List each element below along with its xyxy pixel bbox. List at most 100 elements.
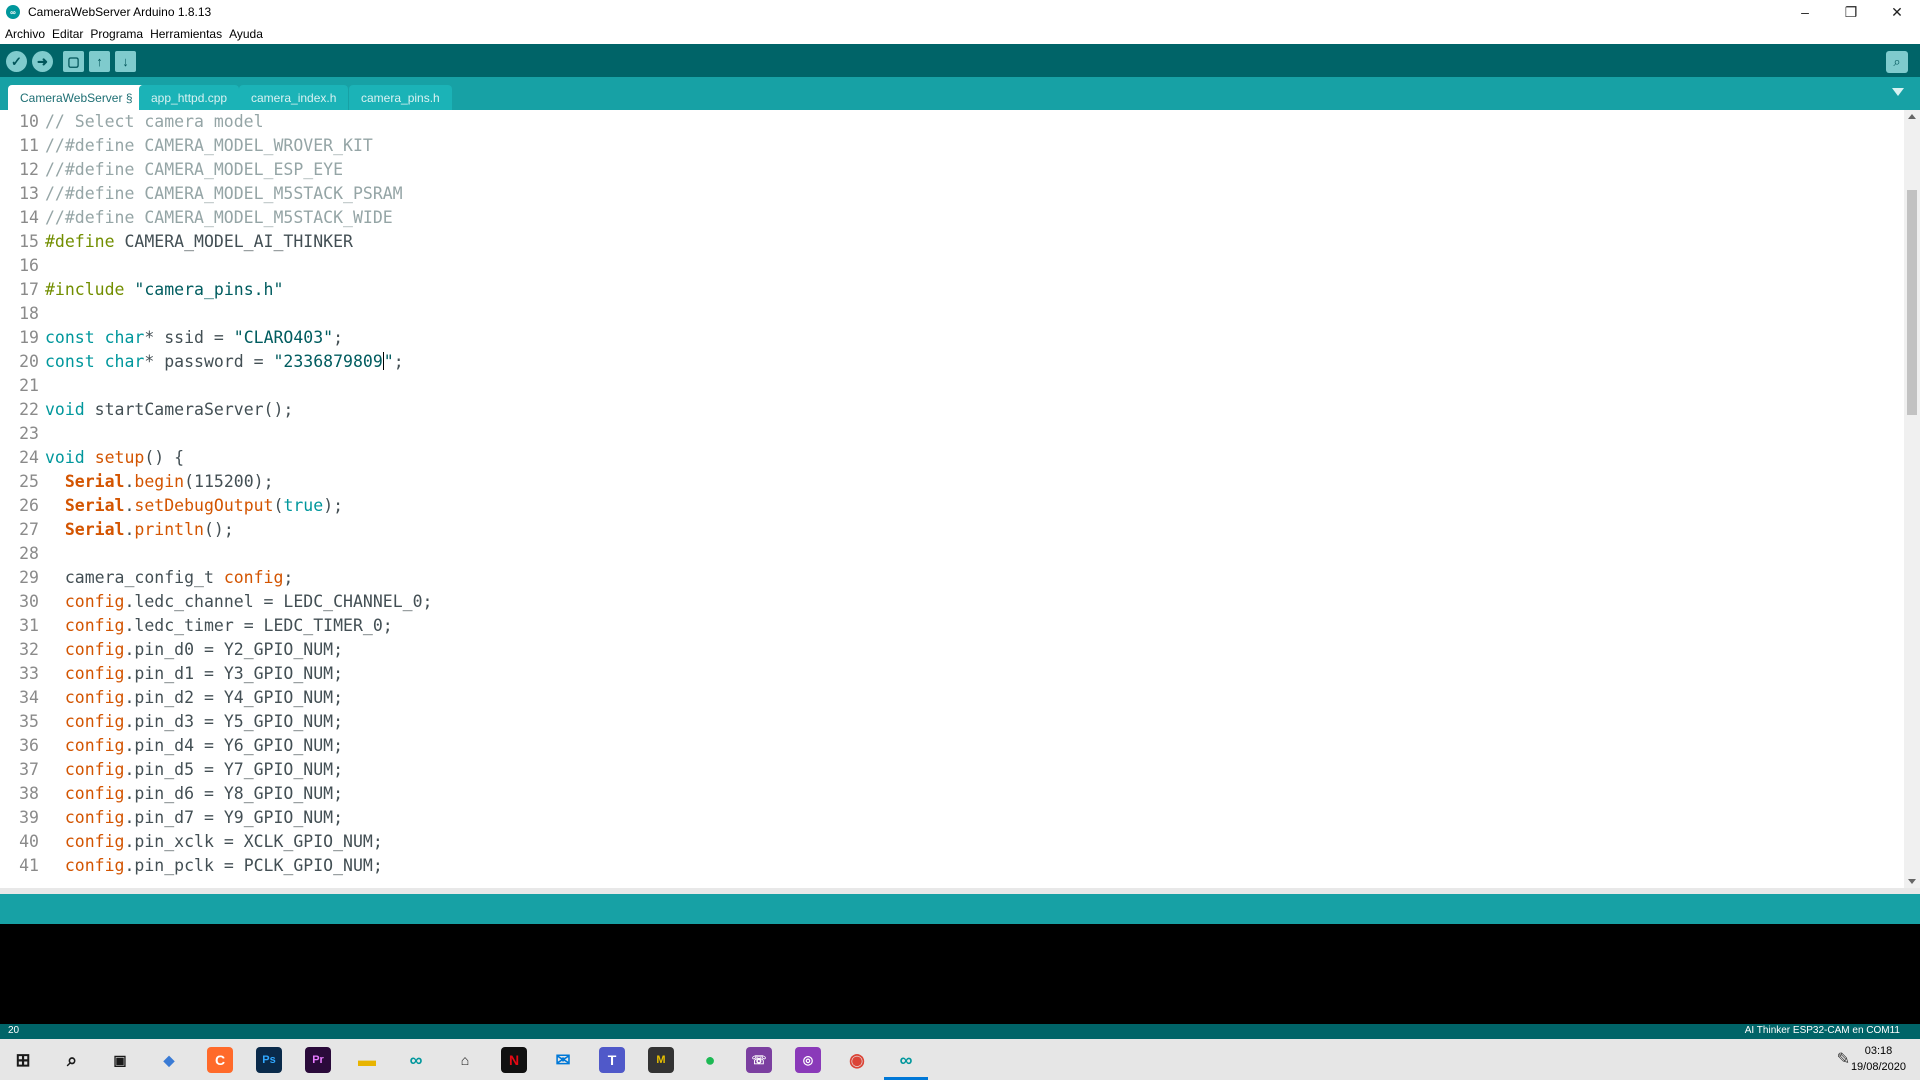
minimize-button[interactable]: – (1782, 0, 1828, 24)
code-line[interactable]: 35 config.pin_d3 = Y5_GPIO_NUM; (0, 710, 1900, 734)
code-line[interactable]: 19 const char* ssid = "CLARO403"; (0, 326, 1900, 350)
code-text[interactable]: config.pin_d6 = Y8_GPIO_NUM; (45, 782, 343, 806)
code-line[interactable]: 24 void setup() { (0, 446, 1900, 470)
tab-app-httpd[interactable]: app_httpd.cpp (139, 85, 240, 110)
verify-button[interactable]: ✓ (6, 51, 27, 72)
teams-icon[interactable]: T (599, 1047, 625, 1073)
code-line[interactable]: 16 (0, 254, 1900, 278)
code-text[interactable]: //#define CAMERA_MODEL_WROVER_KIT (45, 134, 373, 158)
code-line[interactable]: 37 config.pin_d5 = Y7_GPIO_NUM; (0, 758, 1900, 782)
chrome-icon[interactable]: ◉ (844, 1047, 870, 1073)
code-text[interactable]: //#define CAMERA_MODEL_ESP_EYE (45, 158, 343, 182)
code-editor[interactable]: 10 // Select camera model 11 //#define CAME… (0, 110, 1920, 888)
tab-camera-pins[interactable]: camera_pins.h (349, 85, 452, 110)
code-line[interactable]: 34 config.pin_d2 = Y4_GPIO_NUM; (0, 686, 1900, 710)
code-line[interactable]: 40 config.pin_xclk = XCLK_GPIO_NUM; (0, 830, 1900, 854)
instagram-icon[interactable]: ◎ (795, 1047, 821, 1073)
code-line[interactable]: 26 Serial.setDebugOutput(true); (0, 494, 1900, 518)
code-line[interactable]: 31 config.ledc_timer = LEDC_TIMER_0; (0, 614, 1900, 638)
code-text[interactable]: const char* ssid = "CLARO403"; (45, 326, 343, 350)
code-line[interactable]: 25 Serial.begin(115200); (0, 470, 1900, 494)
menu-herramientas[interactable]: Herramientas (150, 27, 222, 41)
arduino-icon[interactable]: ∞ (403, 1047, 429, 1073)
code-line[interactable]: 27 Serial.println(); (0, 518, 1900, 542)
code-line[interactable]: 20 const char* password = "2336879809"; (0, 350, 1900, 374)
code-line[interactable]: 17 #include "camera_pins.h" (0, 278, 1900, 302)
arduino-icon[interactable]: ∞ (893, 1047, 919, 1073)
code-text[interactable]: #define CAMERA_MODEL_AI_THINKER (45, 230, 353, 254)
save-button[interactable]: ↓ (115, 51, 136, 72)
tab-camerawebserver[interactable]: CameraWebServer § (8, 85, 145, 110)
windows-start-icon[interactable]: ⊞ (10, 1047, 36, 1073)
spotify-icon[interactable]: ● (697, 1047, 723, 1073)
serial-monitor-button[interactable]: ⌕ (1886, 51, 1908, 73)
code-line[interactable]: 28 (0, 542, 1900, 566)
code-line[interactable]: 18 (0, 302, 1900, 326)
code-text[interactable]: config.pin_xclk = XCLK_GPIO_NUM; (45, 830, 383, 854)
menu-archivo[interactable]: Archivo (5, 27, 45, 41)
scroll-up-icon[interactable] (1908, 114, 1916, 119)
code-text[interactable]: config.pin_d2 = Y4_GPIO_NUM; (45, 686, 343, 710)
code-line[interactable]: 13 //#define CAMERA_MODEL_M5STACK_PSRAM (0, 182, 1900, 206)
premiere-icon[interactable]: Pr (305, 1047, 331, 1073)
code-text[interactable]: Serial.setDebugOutput(true); (45, 494, 343, 518)
code-text[interactable]: config.pin_d0 = Y2_GPIO_NUM; (45, 638, 343, 662)
menu-ayuda[interactable]: Ayuda (229, 27, 263, 41)
search-icon[interactable]: ⌕ (59, 1047, 85, 1073)
code-text[interactable]: void setup() { (45, 446, 184, 470)
app-icon[interactable]: M (648, 1047, 674, 1073)
code-line[interactable]: 21 (0, 374, 1900, 398)
code-text[interactable]: Serial.begin(115200); (45, 470, 274, 494)
code-text[interactable]: void startCameraServer(); (45, 398, 293, 422)
code-text[interactable]: config.pin_d4 = Y6_GPIO_NUM; (45, 734, 343, 758)
code-text[interactable]: config.pin_d7 = Y9_GPIO_NUM; (45, 806, 343, 830)
open-button[interactable]: ↑ (89, 51, 110, 72)
app-icon[interactable]: ◆ (156, 1047, 182, 1073)
code-text[interactable]: config.ledc_timer = LEDC_TIMER_0; (45, 614, 393, 638)
code-line[interactable]: 23 (0, 422, 1900, 446)
code-line[interactable]: 15 #define CAMERA_MODEL_AI_THINKER (0, 230, 1900, 254)
photoshop-icon[interactable]: Ps (256, 1047, 282, 1073)
code-text[interactable]: config.pin_d3 = Y5_GPIO_NUM; (45, 710, 343, 734)
code-text[interactable]: config.ledc_channel = LEDC_CHANNEL_0; (45, 590, 433, 614)
code-text[interactable]: config.pin_pclk = PCLK_GPIO_NUM; (45, 854, 383, 878)
code-text[interactable]: Serial.println(); (45, 518, 234, 542)
code-line[interactable]: 30 config.ledc_channel = LEDC_CHANNEL_0; (0, 590, 1900, 614)
pen-icon[interactable]: ✎ (1837, 1049, 1850, 1069)
console-output[interactable] (0, 924, 1920, 1024)
code-text[interactable]: //#define CAMERA_MODEL_M5STACK_WIDE (45, 206, 393, 230)
code-text[interactable]: #include "camera_pins.h" (45, 278, 283, 302)
code-line[interactable]: 22 void startCameraServer(); (0, 398, 1900, 422)
menu-editar[interactable]: Editar (52, 27, 83, 41)
code-text[interactable]: config.pin_d1 = Y3_GPIO_NUM; (45, 662, 343, 686)
app-icon[interactable]: C (207, 1047, 233, 1073)
code-line[interactable]: 38 config.pin_d6 = Y8_GPIO_NUM; (0, 782, 1900, 806)
file-explorer-icon[interactable]: ▬ (354, 1047, 380, 1073)
code-line[interactable]: 14 //#define CAMERA_MODEL_M5STACK_WIDE (0, 206, 1900, 230)
code-line[interactable]: 39 config.pin_d7 = Y9_GPIO_NUM; (0, 806, 1900, 830)
close-button[interactable]: ✕ (1874, 0, 1920, 24)
code-text[interactable]: config.pin_d5 = Y7_GPIO_NUM; (45, 758, 343, 782)
code-line[interactable]: 36 config.pin_d4 = Y6_GPIO_NUM; (0, 734, 1900, 758)
whatsapp-icon[interactable]: ☏ (746, 1047, 772, 1073)
code-line[interactable]: 10 // Select camera model (0, 110, 1900, 134)
code-line[interactable]: 32 config.pin_d0 = Y2_GPIO_NUM; (0, 638, 1900, 662)
code-text[interactable]: //#define CAMERA_MODEL_M5STACK_PSRAM (45, 182, 403, 206)
scrollbar-thumb[interactable] (1907, 190, 1917, 415)
code-text[interactable]: // Select camera model (45, 110, 264, 134)
tab-menu-icon[interactable] (1892, 88, 1904, 96)
code-line[interactable]: 29 camera_config_t config; (0, 566, 1900, 590)
mail-icon[interactable]: ✉ (550, 1047, 576, 1073)
scroll-down-icon[interactable] (1908, 879, 1916, 884)
vertical-scrollbar[interactable] (1904, 110, 1920, 888)
upload-button[interactable]: ➜ (32, 51, 53, 72)
new-button[interactable]: ▢ (63, 51, 84, 72)
task-view-icon[interactable]: ▣ (107, 1047, 133, 1073)
code-text[interactable]: camera_config_t config; (45, 566, 294, 590)
code-line[interactable]: 12 //#define CAMERA_MODEL_ESP_EYE (0, 158, 1900, 182)
tab-camera-index[interactable]: camera_index.h (239, 85, 349, 110)
netflix-icon[interactable]: N (501, 1047, 527, 1073)
menu-programa[interactable]: Programa (90, 27, 143, 41)
code-line[interactable]: 11 //#define CAMERA_MODEL_WROVER_KIT (0, 134, 1900, 158)
restore-button[interactable]: ❐ (1828, 0, 1874, 24)
